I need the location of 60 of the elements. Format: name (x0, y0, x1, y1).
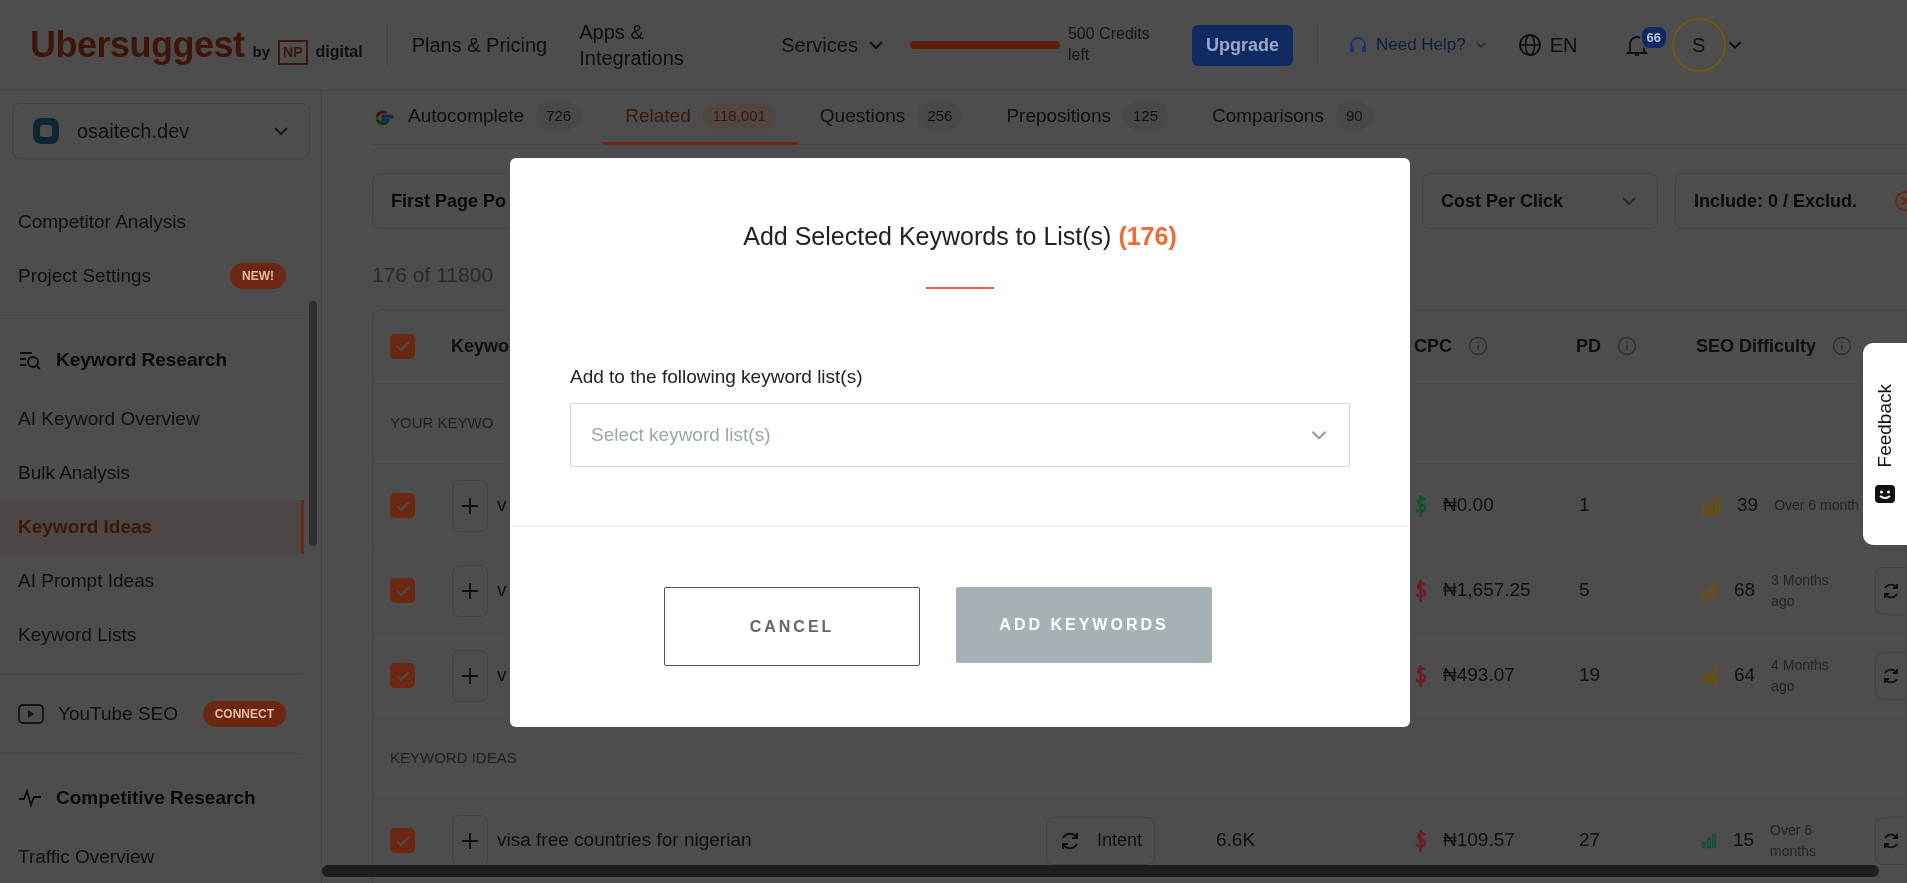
column-header[interactable]: Keywo (451, 332, 510, 360)
upgrade-button[interactable]: Upgrade (1191, 24, 1293, 66)
tab[interactable]: Related 118,001 (603, 91, 798, 145)
keyword-text: v (497, 664, 507, 686)
seo-score: 15 (1732, 828, 1755, 853)
sidebar-item[interactable]: Keyword Ideas (0, 500, 304, 554)
credits-text: 500 Credits left (1067, 24, 1151, 65)
notification-count: 66 (1639, 24, 1668, 51)
feedback-tab[interactable]: Feedback (1863, 343, 1907, 545)
seo-score: 64 (1733, 663, 1756, 688)
sidebar-item[interactable]: Bulk Analysis (0, 446, 304, 500)
sidebar-item[interactable]: Project Settings NEW! (0, 249, 304, 303)
sidebar-item[interactable]: YouTube SEO CONNECT (0, 687, 304, 741)
status-badge: NEW! (230, 263, 286, 289)
logo-text: Ubersuggest (30, 23, 245, 67)
language-selector[interactable]: EN (1517, 32, 1578, 58)
list-select-field[interactable]: Select keyword list(s) (570, 403, 1350, 467)
nav-link[interactable]: Apps & Integrations (579, 19, 700, 71)
cpc-value: ₦0.00 (1443, 493, 1494, 518)
pd-value: 1 (1579, 494, 1590, 516)
column-header[interactable]: PD (1576, 332, 1601, 360)
sidebar-item[interactable]: Competitor Analysis (0, 195, 304, 249)
avatar[interactable]: S (1671, 18, 1726, 72)
logo-by-text: by (252, 42, 271, 62)
tab[interactable]: Questions 256 (797, 91, 985, 145)
keyword-text: v (497, 494, 507, 516)
seo-score: 68 (1733, 578, 1756, 603)
sidebar-item[interactable]: AI Keyword Overview (0, 392, 304, 446)
filter-dropdown[interactable]: Include: 0 / Exclud. (1675, 173, 1907, 229)
status-badge: CONNECT (202, 701, 286, 727)
logo-mark: NP (278, 40, 308, 65)
volume-value: 6.6K (1216, 829, 1256, 851)
cancel-button[interactable]: CANCEL (664, 587, 920, 666)
nav-link[interactable]: Plans & Pricing (411, 32, 548, 58)
nav-link[interactable]: Services (781, 32, 886, 58)
pd-value: 27 (1579, 829, 1601, 851)
intent-button[interactable]: Intent (1046, 816, 1156, 865)
modal-title: Add Selected Keywords to List(s) (176) (742, 221, 1178, 252)
sidebar-item[interactable]: Keyword Lists (0, 608, 304, 662)
sidebar-item[interactable]: AI Prompt Ideas (0, 554, 304, 608)
filter-dropdown[interactable]: Cost Per Click (1422, 173, 1658, 229)
tab[interactable]: Autocomplete 726 (394, 91, 604, 145)
pd-value: 5 (1579, 579, 1590, 601)
pd-value: 19 (1579, 664, 1601, 686)
column-header[interactable]: CPC (1414, 332, 1452, 360)
tab[interactable]: Comparisons 90 (1190, 91, 1395, 145)
logo-suffix-text: digital (315, 42, 363, 62)
project-selector[interactable]: osaitech.dev (12, 103, 310, 159)
cpc-value: ₦109.57 (1443, 828, 1515, 853)
keyword-text: v (497, 579, 507, 601)
help-link[interactable]: Need Help? (1341, 31, 1494, 59)
tab[interactable]: Prepositions 125 (984, 91, 1190, 145)
section-heading: Keyword Research (56, 347, 228, 372)
keyword-text: visa free countries for nigerian (497, 829, 752, 851)
section-heading: Competitive Research (56, 785, 256, 810)
seo-score: 39 (1737, 493, 1759, 518)
cpc-value: ₦1,657.25 (1443, 578, 1531, 603)
sidebar-item[interactable]: Traffic Overview (0, 830, 304, 883)
column-header[interactable]: SEO Difficulty (1696, 332, 1816, 360)
cpc-value: ₦493.07 (1443, 663, 1515, 688)
